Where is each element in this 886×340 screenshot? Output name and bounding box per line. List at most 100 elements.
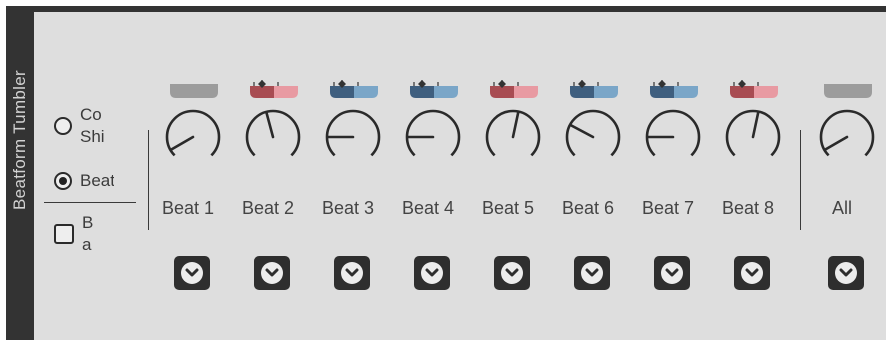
beat-knob[interactable] [398, 106, 468, 164]
knob-needle [265, 111, 275, 139]
swing-control[interactable] [488, 80, 540, 100]
device-title: Beatform Tumbler [10, 70, 29, 210]
swing-bar-right [754, 86, 778, 98]
beat-menu-button[interactable] [654, 256, 690, 290]
radio-button[interactable] [54, 117, 72, 135]
options-divider [44, 202, 136, 203]
beat-menu-button[interactable] [494, 256, 530, 290]
beat-menu-button[interactable] [334, 256, 370, 290]
checkbox-label-line1: B [82, 213, 94, 232]
chevron-down-icon [181, 262, 203, 284]
beat-column-4: Beat 4 [394, 80, 474, 295]
beat-knob[interactable] [558, 106, 628, 164]
swing-bar-right [434, 86, 458, 98]
radio-button-selected[interactable] [54, 172, 72, 190]
swing-markers [733, 80, 759, 86]
swing-indicator[interactable] [408, 80, 460, 100]
beat-knob[interactable] [718, 106, 788, 164]
swing-indicator[interactable] [168, 80, 220, 100]
swing-markers [333, 80, 359, 86]
chevron-down-icon [661, 262, 683, 284]
beat-menu-button[interactable] [254, 256, 290, 290]
beat-label: Beat 8 [721, 198, 775, 218]
swing-markers [493, 80, 519, 86]
beat-knob[interactable] [478, 106, 548, 164]
beat-knob[interactable] [318, 106, 388, 164]
radio-option-1-line1: Co [80, 105, 102, 124]
knob[interactable] [638, 106, 708, 164]
swing-bar-right [674, 86, 698, 98]
knob-arc [565, 109, 621, 157]
beat-column-all: All [808, 80, 886, 295]
beat-knob[interactable] [638, 106, 708, 164]
knob-needle [569, 123, 595, 139]
swing-bar-right [594, 86, 618, 98]
swing-control[interactable] [248, 80, 300, 100]
swing-bar [170, 84, 218, 98]
beat-knob[interactable] [238, 106, 308, 164]
beat-knob[interactable] [812, 106, 882, 164]
swing-control[interactable] [728, 80, 780, 100]
swing-control[interactable] [168, 80, 220, 100]
swing-markers [253, 80, 279, 86]
swing-indicator[interactable] [488, 80, 540, 100]
swing-indicator[interactable] [248, 80, 300, 100]
chevron-down-icon [501, 262, 523, 284]
beat-menu-button[interactable] [414, 256, 450, 290]
knob-arc [645, 109, 701, 157]
swing-control[interactable] [568, 80, 620, 100]
swing-control[interactable] [408, 80, 460, 100]
knob[interactable] [318, 106, 388, 164]
swing-indicator[interactable] [822, 80, 874, 100]
knob-needle [511, 111, 520, 139]
swing-bar-right [274, 86, 298, 98]
chevron-down-icon [341, 262, 363, 284]
swing-bar [824, 84, 872, 98]
beat-menu-button[interactable] [174, 256, 210, 290]
swing-indicator[interactable] [328, 80, 380, 100]
radio-option-2[interactable]: Beat [54, 170, 114, 192]
knob[interactable] [478, 106, 548, 164]
checkbox[interactable] [54, 224, 74, 244]
swing-indicator[interactable] [568, 80, 620, 100]
radio-option-1-line2: Shi [80, 127, 105, 146]
swing-markers [573, 80, 599, 86]
beat-label: Beat 2 [241, 198, 295, 218]
swing-markers [653, 80, 679, 86]
swing-control[interactable] [822, 80, 874, 100]
knob-arc [325, 109, 381, 157]
beat-label: Beat 4 [401, 198, 455, 218]
beat-menu-button[interactable] [734, 256, 770, 290]
knob[interactable] [718, 106, 788, 164]
chevron-down-icon [261, 262, 283, 284]
beat-label: Beat 6 [561, 198, 615, 218]
knob[interactable] [812, 106, 882, 164]
beat-column-7: Beat 7 [634, 80, 714, 295]
knob[interactable] [558, 106, 628, 164]
beat-label: All [831, 198, 852, 218]
beat-menu-button[interactable] [574, 256, 610, 290]
beat-column-3: Beat 3 [314, 80, 394, 295]
swing-control[interactable] [328, 80, 380, 100]
knob-needle [170, 135, 195, 151]
swing-control[interactable] [648, 80, 700, 100]
beat-column-1: Beat 1 [154, 80, 234, 295]
chevron-down-icon [741, 262, 763, 284]
knob-needle [824, 135, 849, 151]
beat-knob[interactable] [158, 106, 228, 164]
chevron-down-icon [421, 262, 443, 284]
checkbox-option[interactable]: B a [54, 212, 116, 256]
swing-markers [413, 80, 439, 86]
beat-column-6: Beat 6 [554, 80, 634, 295]
chevron-down-icon [581, 262, 603, 284]
swing-indicator[interactable] [728, 80, 780, 100]
checkbox-label-line2: a [82, 235, 92, 254]
knob[interactable] [398, 106, 468, 164]
beat-menu-button[interactable] [828, 256, 864, 290]
knob[interactable] [158, 106, 228, 164]
swing-bar-right [514, 86, 538, 98]
swing-indicator[interactable] [648, 80, 700, 100]
knob[interactable] [238, 106, 308, 164]
beat-column-5: Beat 5 [474, 80, 554, 295]
radio-option-1[interactable]: Co Shi [54, 104, 114, 148]
